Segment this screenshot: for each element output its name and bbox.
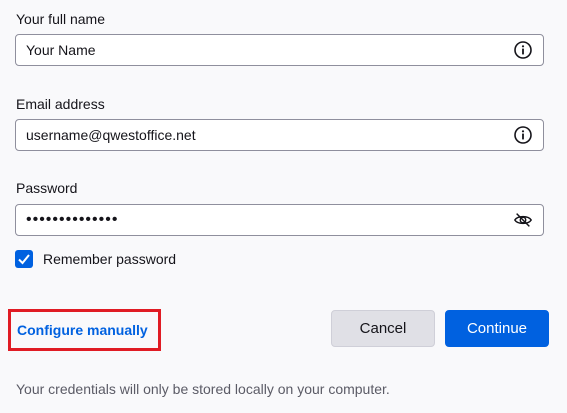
email-field[interactable] bbox=[15, 119, 544, 151]
email-input[interactable] bbox=[26, 120, 506, 150]
full-name-label: Your full name bbox=[16, 11, 105, 27]
eye-slash-icon[interactable] bbox=[513, 210, 533, 230]
remember-password-row[interactable]: Remember password bbox=[15, 249, 176, 269]
info-icon[interactable] bbox=[513, 40, 533, 60]
full-name-input[interactable] bbox=[26, 35, 506, 65]
password-input[interactable] bbox=[26, 205, 506, 235]
cancel-button[interactable]: Cancel bbox=[331, 310, 435, 347]
email-label: Email address bbox=[16, 96, 105, 112]
password-label: Password bbox=[16, 180, 78, 196]
password-field[interactable] bbox=[15, 204, 544, 236]
checkmark-icon bbox=[18, 254, 30, 265]
configure-manually-link[interactable]: Configure manually bbox=[17, 322, 148, 338]
configure-manually-highlight: Configure manually bbox=[8, 309, 161, 351]
credentials-note: Your credentials will only be stored loc… bbox=[16, 381, 390, 397]
continue-button[interactable]: Continue bbox=[445, 310, 549, 347]
full-name-field[interactable] bbox=[15, 34, 544, 66]
remember-password-label: Remember password bbox=[43, 251, 177, 267]
remember-password-checkbox[interactable] bbox=[15, 250, 33, 268]
info-icon[interactable] bbox=[513, 125, 533, 145]
